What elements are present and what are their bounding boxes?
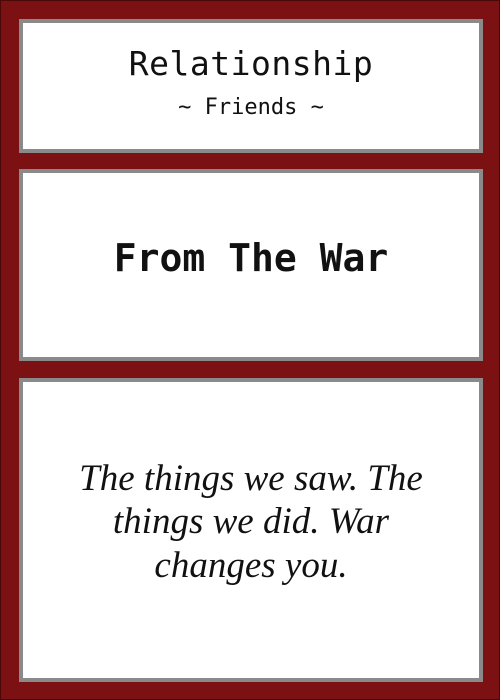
card-subcategory: ~ Friends ~ [178,95,324,121]
card-title: From The War [113,236,389,280]
card-header-panel: Relationship ~ Friends ~ [19,19,483,153]
card-category: Relationship [128,43,374,83]
card-title-panel: From The War [19,169,483,361]
card-quote-panel: The things we saw. The things we did. Wa… [19,378,483,682]
relationship-card: Relationship ~ Friends ~ From The War Th… [0,0,500,700]
card-quote: The things we saw. The things we did. Wa… [79,457,423,586]
